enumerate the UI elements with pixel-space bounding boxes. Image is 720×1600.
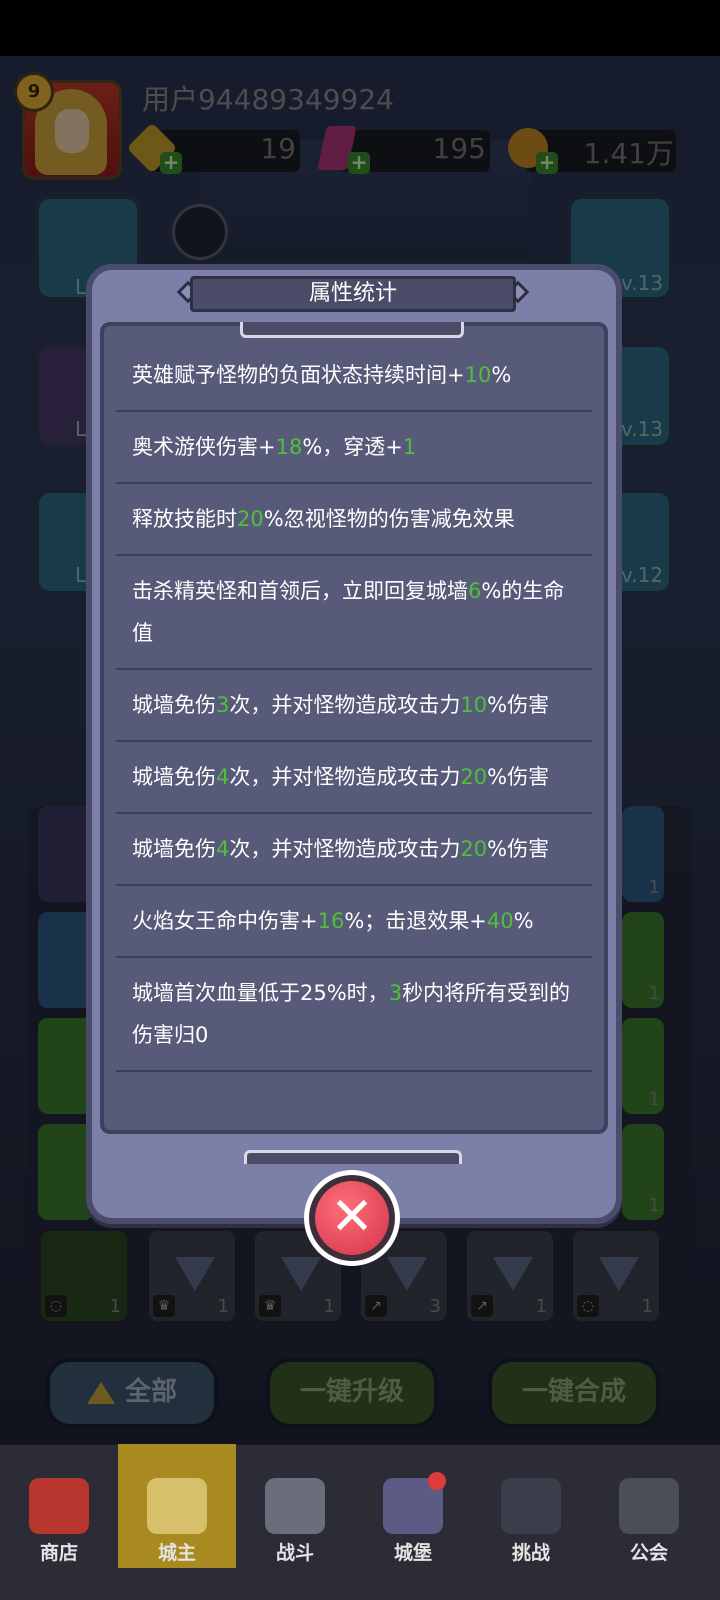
- stat-value: 4: [216, 837, 230, 861]
- stat-value: 10: [460, 693, 488, 717]
- stat-label: %: [513, 909, 534, 933]
- stat-value: 4: [216, 765, 230, 789]
- stat-label: 城墙免伤: [132, 693, 216, 717]
- stat-label: 城墙免伤: [132, 765, 216, 789]
- crown-icon: [147, 1478, 207, 1534]
- stat-row: 城墙免伤4次，并对怪物造成攻击力20%伤害: [116, 742, 592, 814]
- stat-value: 20: [460, 765, 488, 789]
- stat-text: 英雄赋予怪物的负面状态持续时间+10%: [132, 354, 576, 396]
- nav-castle[interactable]: 城堡: [354, 1444, 472, 1568]
- stat-label: 城墙首次血量低于25%时，: [132, 981, 389, 1005]
- stat-row: 英雄赋予怪物的负面状态持续时间+10%: [116, 340, 592, 412]
- stat-value: 20: [237, 507, 264, 531]
- stat-label: 火焰女王命中伤害+: [132, 909, 318, 933]
- nav-label: 商店: [39, 1542, 78, 1564]
- stat-label: 英雄赋予怪物的负面状态持续时间+: [132, 363, 465, 387]
- stat-label: %；击退效果+: [344, 909, 487, 933]
- stat-value: 6: [468, 579, 482, 603]
- close-icon: ✕: [330, 1187, 374, 1247]
- nav-shop[interactable]: 商店: [0, 1444, 118, 1568]
- stat-label: %: [491, 363, 512, 387]
- stat-label: %伤害: [487, 837, 550, 861]
- demon-icon: [501, 1478, 561, 1534]
- stat-text: 城墙首次血量低于25%时，3秒内将所有受到的伤害归0: [132, 972, 576, 1056]
- status-bar: [0, 0, 720, 56]
- stat-text: 城墙免伤3次，并对怪物造成攻击力10%伤害: [132, 684, 576, 726]
- stat-text: 释放技能时20%忽视怪物的伤害减免效果: [132, 498, 576, 540]
- nav-label: 公会: [629, 1542, 668, 1564]
- stat-row: 释放技能时20%忽视怪物的伤害减免效果: [116, 484, 592, 556]
- stat-value: 3: [388, 981, 403, 1005]
- nav-label: 城堡: [393, 1542, 432, 1564]
- nav-label: 城主: [157, 1542, 196, 1564]
- nav-label: 战斗: [275, 1542, 314, 1564]
- stat-label: 击杀精英怪和首领后，立即回复城墙: [132, 579, 468, 603]
- shop-icon: [29, 1478, 89, 1534]
- stat-label: 奥术游侠伤害+: [132, 435, 276, 459]
- stat-row: 奥术游侠伤害+18%，穿透+1: [116, 412, 592, 484]
- stat-label: %伤害: [487, 765, 550, 789]
- stat-value: 1: [402, 435, 417, 459]
- stat-label: %，穿透+: [302, 435, 403, 459]
- stat-text: 城墙免伤4次，并对怪物造成攻击力20%伤害: [132, 828, 576, 870]
- stat-label: %伤害: [487, 693, 550, 717]
- nav-label: 挑战: [511, 1542, 550, 1564]
- close-button-face: ✕: [315, 1181, 389, 1255]
- lock-icon: [619, 1478, 679, 1534]
- stat-label: 释放技能时: [132, 507, 237, 531]
- stat-text: 击杀精英怪和首领后，立即回复城墙6%的生命值: [132, 570, 576, 654]
- stat-label: 城墙免伤: [132, 837, 216, 861]
- stat-value: 18: [275, 435, 303, 459]
- stat-value: 20: [460, 837, 488, 861]
- stat-text: 火焰女王命中伤害+16%；击退效果+40%: [132, 900, 576, 942]
- stat-value: 10: [464, 363, 492, 387]
- stat-label: %忽视怪物的伤害减免效果: [263, 507, 515, 531]
- stat-value: 40: [486, 909, 514, 933]
- stat-label: 次，并对怪物造成攻击力: [229, 765, 461, 789]
- stat-value: 16: [317, 909, 345, 933]
- stat-value: 3: [216, 693, 230, 717]
- stat-label: 次，并对怪物造成攻击力: [229, 837, 461, 861]
- crossed-swords-icon: [265, 1478, 325, 1534]
- stat-row: 城墙免伤4次，并对怪物造成攻击力20%伤害: [116, 814, 592, 886]
- list-bottom-tab: [244, 1150, 462, 1164]
- list-top-tab: [240, 322, 464, 338]
- nav-guild[interactable]: 公会: [590, 1444, 708, 1568]
- stat-text: 奥术游侠伤害+18%，穿透+1: [132, 426, 576, 468]
- stat-label: 次，并对怪物造成攻击力: [229, 693, 461, 717]
- stat-row: 击杀精英怪和首领后，立即回复城墙6%的生命值: [116, 556, 592, 670]
- stats-list[interactable]: 英雄赋予怪物的负面状态持续时间+10% 奥术游侠伤害+18%，穿透+1 释放技能时2…: [116, 340, 592, 1130]
- stat-row: 火焰女王命中伤害+16%；击退效果+40%: [116, 886, 592, 958]
- nav-challenge[interactable]: 挑战: [472, 1444, 590, 1568]
- nav-battle[interactable]: 战斗: [236, 1444, 354, 1568]
- stat-text: 城墙免伤4次，并对怪物造成攻击力20%伤害: [132, 756, 576, 798]
- nav-lord[interactable]: 城主: [118, 1444, 236, 1568]
- stat-row: 城墙首次血量低于25%时，3秒内将所有受到的伤害归0: [116, 958, 592, 1072]
- close-button[interactable]: ✕: [304, 1170, 400, 1266]
- stat-row: 城墙免伤3次，并对怪物造成攻击力10%伤害: [116, 670, 592, 742]
- notification-dot: [428, 1472, 446, 1490]
- dialog-title: 属性统计: [190, 276, 516, 312]
